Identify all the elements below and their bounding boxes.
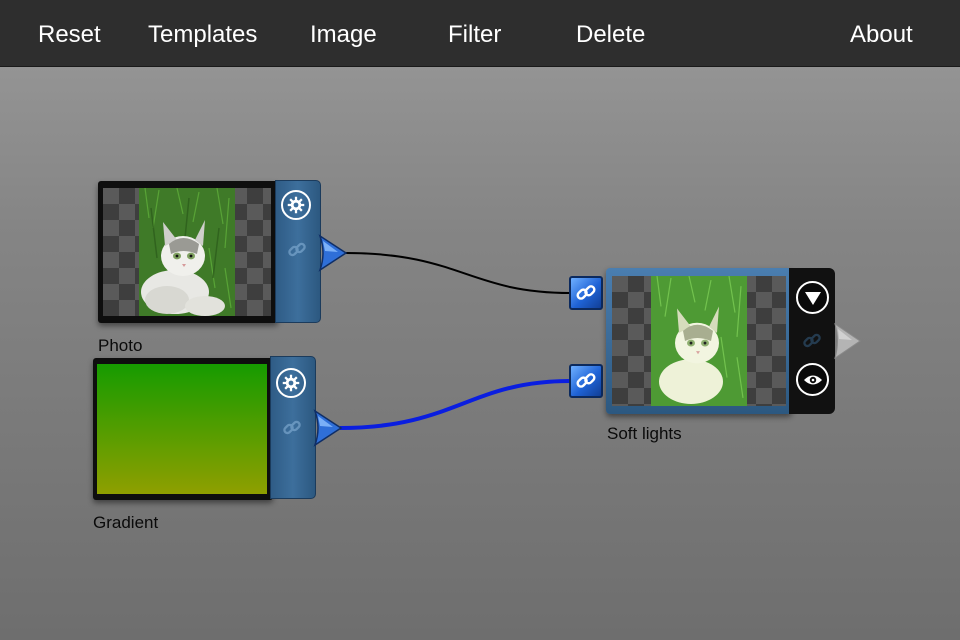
kitten-photo	[139, 188, 235, 316]
soft-lights-node-label: Soft lights	[607, 424, 682, 443]
photo-output-port[interactable]	[318, 234, 348, 272]
soft-lights-input-port-1[interactable]	[569, 276, 603, 310]
eye-icon	[803, 375, 822, 384]
photo-to-soft-lights-wire[interactable]	[345, 252, 571, 294]
soft-lights-output-port[interactable]	[834, 322, 862, 360]
chain-link-icon	[803, 333, 821, 348]
triangle-down-icon	[804, 291, 821, 305]
chain-link-icon	[576, 285, 596, 300]
photo-settings-button[interactable]	[281, 190, 311, 220]
soft-lights-dropdown-button[interactable]	[796, 281, 829, 314]
gear-icon	[287, 196, 305, 214]
gradient-node-label: Gradient	[93, 513, 159, 532]
photo-node-label: Photo	[98, 336, 143, 355]
gradient-to-soft-lights-wire[interactable]	[339, 379, 571, 430]
photo-thumbnail	[103, 188, 271, 316]
soft-lights-input-port-2[interactable]	[569, 364, 603, 398]
chain-link-icon	[283, 420, 301, 435]
soft-lights-preview-button[interactable]	[796, 363, 829, 396]
gear-icon	[282, 374, 300, 392]
chain-link-icon	[576, 373, 596, 388]
soft-lights-thumbnail	[612, 276, 786, 406]
soft-lights-preview-image	[651, 276, 747, 406]
gradient-output-port[interactable]	[313, 409, 343, 447]
gradient-thumbnail	[97, 364, 267, 494]
chain-link-icon	[288, 242, 306, 257]
gradient-settings-button[interactable]	[276, 368, 306, 398]
